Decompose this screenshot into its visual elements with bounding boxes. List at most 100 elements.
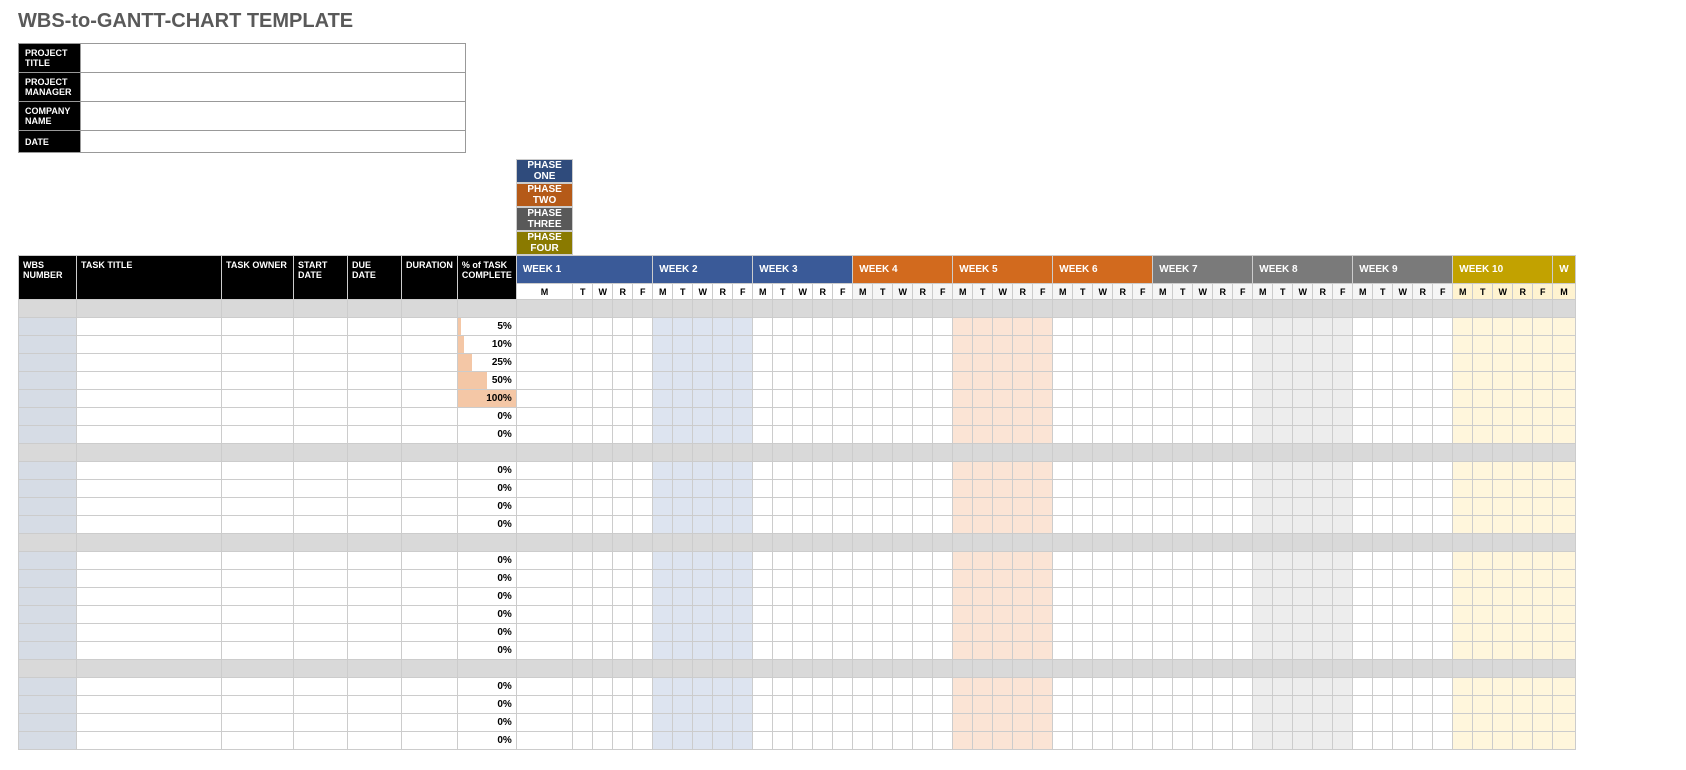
gantt-cell[interactable] xyxy=(1153,642,1173,660)
gantt-cell[interactable] xyxy=(1313,732,1333,750)
meta-input[interactable] xyxy=(81,131,466,153)
gantt-cell[interactable] xyxy=(1153,588,1173,606)
gantt-cell[interactable] xyxy=(673,480,693,498)
gantt-cell[interactable] xyxy=(1173,462,1193,480)
start-date-cell[interactable] xyxy=(294,318,348,336)
gantt-cell[interactable] xyxy=(1113,408,1133,426)
gantt-cell[interactable] xyxy=(1193,408,1213,426)
gantt-cell[interactable] xyxy=(673,318,693,336)
gantt-cell[interactable] xyxy=(613,336,633,354)
gantt-cell[interactable] xyxy=(853,390,873,408)
gantt-cell[interactable] xyxy=(1553,426,1575,444)
gantt-cell[interactable] xyxy=(853,354,873,372)
gantt-cell[interactable] xyxy=(773,462,793,480)
gantt-cell[interactable] xyxy=(933,570,953,588)
task-title-cell[interactable] xyxy=(77,606,222,624)
gantt-cell[interactable] xyxy=(833,570,853,588)
gantt-cell[interactable] xyxy=(793,498,813,516)
gantt-cell[interactable] xyxy=(793,642,813,660)
gantt-cell[interactable] xyxy=(1253,678,1273,696)
gantt-cell[interactable] xyxy=(753,732,773,750)
gantt-cell[interactable] xyxy=(633,354,653,372)
gantt-cell[interactable] xyxy=(833,372,853,390)
gantt-cell[interactable] xyxy=(993,606,1013,624)
gantt-cell[interactable] xyxy=(993,372,1013,390)
gantt-cell[interactable] xyxy=(1453,408,1473,426)
gantt-cell[interactable] xyxy=(1533,588,1553,606)
gantt-cell[interactable] xyxy=(1513,318,1533,336)
gantt-cell[interactable] xyxy=(1233,516,1253,534)
gantt-cell[interactable] xyxy=(1153,372,1173,390)
task-title-cell[interactable] xyxy=(77,354,222,372)
gantt-cell[interactable] xyxy=(893,732,913,750)
due-date-cell[interactable] xyxy=(348,336,402,354)
wbs-number-cell[interactable] xyxy=(19,678,77,696)
gantt-cell[interactable] xyxy=(1433,354,1453,372)
gantt-cell[interactable] xyxy=(813,714,833,732)
gantt-cell[interactable] xyxy=(1173,678,1193,696)
gantt-cell[interactable] xyxy=(1553,390,1575,408)
due-date-cell[interactable] xyxy=(348,606,402,624)
gantt-cell[interactable] xyxy=(933,480,953,498)
gantt-cell[interactable] xyxy=(1093,498,1113,516)
gantt-cell[interactable] xyxy=(1093,624,1113,642)
gantt-cell[interactable] xyxy=(1113,336,1133,354)
gantt-cell[interactable] xyxy=(1373,516,1393,534)
gantt-cell[interactable] xyxy=(1233,696,1253,714)
gantt-cell[interactable] xyxy=(813,480,833,498)
due-date-cell[interactable] xyxy=(348,678,402,696)
gantt-cell[interactable] xyxy=(1073,318,1093,336)
gantt-cell[interactable] xyxy=(1313,480,1333,498)
gantt-cell[interactable] xyxy=(1493,390,1513,408)
gantt-cell[interactable] xyxy=(773,354,793,372)
gantt-cell[interactable] xyxy=(1193,426,1213,444)
gantt-cell[interactable] xyxy=(873,552,893,570)
gantt-cell[interactable] xyxy=(573,696,593,714)
gantt-cell[interactable] xyxy=(1133,732,1153,750)
gantt-cell[interactable] xyxy=(933,642,953,660)
gantt-cell[interactable] xyxy=(1073,336,1093,354)
task-title-cell[interactable] xyxy=(77,732,222,750)
gantt-cell[interactable] xyxy=(673,678,693,696)
gantt-cell[interactable] xyxy=(1233,732,1253,750)
gantt-cell[interactable] xyxy=(1413,354,1433,372)
gantt-cell[interactable] xyxy=(1193,570,1213,588)
wbs-number-cell[interactable] xyxy=(19,372,77,390)
gantt-cell[interactable] xyxy=(1473,336,1493,354)
gantt-cell[interactable] xyxy=(1493,696,1513,714)
gantt-cell[interactable] xyxy=(1013,732,1033,750)
gantt-cell[interactable] xyxy=(1413,588,1433,606)
gantt-cell[interactable] xyxy=(1453,606,1473,624)
gantt-cell[interactable] xyxy=(653,426,673,444)
gantt-cell[interactable] xyxy=(1033,624,1053,642)
wbs-number-cell[interactable] xyxy=(19,696,77,714)
duration-cell[interactable] xyxy=(402,552,458,570)
gantt-cell[interactable] xyxy=(1133,570,1153,588)
gantt-cell[interactable] xyxy=(853,696,873,714)
gantt-cell[interactable] xyxy=(1413,696,1433,714)
gantt-cell[interactable] xyxy=(633,408,653,426)
pct-complete-cell[interactable]: 0% xyxy=(457,624,516,642)
gantt-cell[interactable] xyxy=(733,390,753,408)
gantt-cell[interactable] xyxy=(1053,372,1073,390)
gantt-cell[interactable] xyxy=(1293,480,1313,498)
gantt-cell[interactable] xyxy=(1073,390,1093,408)
start-date-cell[interactable] xyxy=(294,606,348,624)
gantt-cell[interactable] xyxy=(1393,390,1413,408)
pct-complete-cell[interactable]: 0% xyxy=(457,462,516,480)
gantt-cell[interactable] xyxy=(1153,480,1173,498)
start-date-cell[interactable] xyxy=(294,588,348,606)
gantt-cell[interactable] xyxy=(516,696,572,714)
gantt-cell[interactable] xyxy=(813,624,833,642)
gantt-cell[interactable] xyxy=(613,354,633,372)
pct-complete-cell[interactable]: 0% xyxy=(457,588,516,606)
gantt-cell[interactable] xyxy=(613,372,633,390)
gantt-cell[interactable] xyxy=(1493,552,1513,570)
gantt-cell[interactable] xyxy=(1013,426,1033,444)
gantt-cell[interactable] xyxy=(573,732,593,750)
gantt-cell[interactable] xyxy=(1113,318,1133,336)
gantt-cell[interactable] xyxy=(1233,354,1253,372)
gantt-cell[interactable] xyxy=(853,372,873,390)
gantt-cell[interactable] xyxy=(873,426,893,444)
gantt-cell[interactable] xyxy=(1333,588,1353,606)
